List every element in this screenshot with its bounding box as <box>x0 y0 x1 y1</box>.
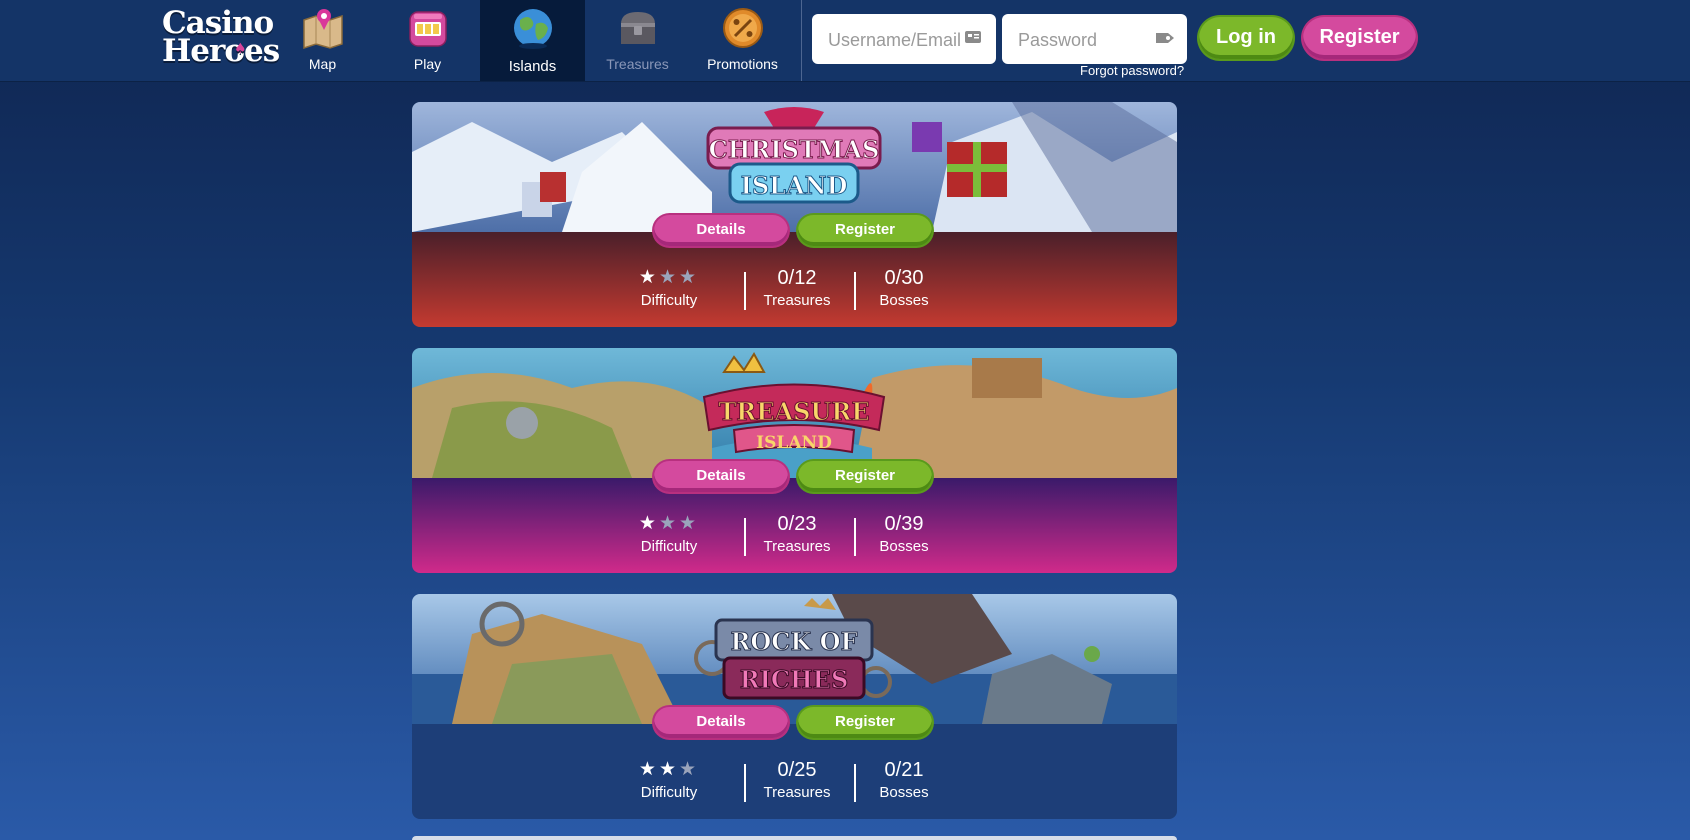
treasures-label: Treasures <box>763 784 831 801</box>
bosses-stat: 0/21 Bosses <box>874 759 934 803</box>
island-card-treasure: TREASURE ISLAND Details Register ★★★ Dif… <box>412 348 1177 573</box>
treasures-value: 0/12 <box>777 267 817 289</box>
bosses-label: Bosses <box>879 292 929 309</box>
difficulty-stars: ★★★ <box>634 267 704 289</box>
promotion-badge-icon <box>722 8 763 48</box>
stat-divider <box>854 518 856 556</box>
register-island-button[interactable]: Register <box>798 215 932 246</box>
stat-divider <box>854 272 856 310</box>
difficulty-stars: ★★★ <box>634 513 704 535</box>
star-icon: ★ <box>679 513 700 534</box>
bosses-stat: 0/39 Bosses <box>874 513 934 557</box>
star-icon: ★ <box>658 759 680 780</box>
rock-of-riches-logo: ROCK OF RICHES <box>694 598 892 700</box>
main-nav: Map Play Islands Treasures Promotions <box>270 0 795 81</box>
nav-label-play: Play <box>413 56 442 72</box>
christmas-logo-line-1: CHRISTMAS <box>709 135 880 164</box>
difficulty-label: Difficulty <box>640 538 698 555</box>
star-icon: ★ <box>658 513 680 534</box>
login-button[interactable]: Log in <box>1199 17 1293 59</box>
island-card-next-peek <box>412 836 1177 840</box>
difficulty-stars: ★★★ <box>634 759 704 781</box>
key-tag-icon <box>1156 33 1174 43</box>
difficulty-stat: ★★★ Difficulty <box>634 267 704 311</box>
star-icon: ★ <box>638 759 659 780</box>
treasure-island-logo: TREASURE ISLAND <box>702 352 886 454</box>
bosses-label: Bosses <box>879 784 929 801</box>
nav-item-treasures[interactable]: Treasures <box>585 0 690 81</box>
star-icon: ★ <box>679 267 700 288</box>
nav-item-islands[interactable]: Islands <box>480 0 585 81</box>
bosses-value: 0/30 <box>884 267 924 289</box>
difficulty-stat: ★★★ Difficulty <box>634 513 704 557</box>
nav-label-promotions: Promotions <box>707 56 778 72</box>
star-icon: ★ <box>679 759 700 780</box>
rock-logo-line-1: ROCK OF <box>730 627 857 656</box>
top-header: Casino Heroes ♠ Map Play Islands Treasur… <box>0 0 1690 82</box>
slot-machine-icon <box>408 11 447 47</box>
bosses-label: Bosses <box>879 538 929 555</box>
treasure-logo-line-2: ISLAND <box>756 433 832 453</box>
brand-line-2: Heroes <box>162 33 280 69</box>
island-stats: ★★★ Difficulty 0/23 Treasures 0/39 Bosse… <box>412 513 1177 563</box>
username-field[interactable] <box>812 14 996 66</box>
register-island-button[interactable]: Register <box>798 461 932 492</box>
stat-divider <box>744 518 746 556</box>
register-island-button[interactable]: Register <box>798 707 932 738</box>
treasure-logo-line-1: TREASURE <box>718 397 869 426</box>
christmas-island-logo: CHRISTMAS ISLAND <box>706 107 882 204</box>
difficulty-stat: ★★★ Difficulty <box>634 759 704 803</box>
difficulty-label: Difficulty <box>640 784 698 801</box>
treasures-label: Treasures <box>763 538 831 555</box>
forgot-password-link[interactable]: Forgot password? <box>1080 63 1184 78</box>
star-icon: ★ <box>658 267 680 288</box>
brand-logo[interactable]: Casino Heroes ♠ <box>162 8 280 72</box>
nav-item-promotions[interactable]: Promotions <box>690 0 795 81</box>
star-icon: ★ <box>638 513 659 534</box>
star-icon: ★ <box>638 267 659 288</box>
treasures-stat: 0/23 Treasures <box>762 513 832 557</box>
island-stats: ★★★ Difficulty 0/12 Treasures 0/30 Bosse… <box>412 267 1177 317</box>
nav-label-treasures: Treasures <box>606 56 669 72</box>
stat-divider <box>744 764 746 802</box>
treasures-label: Treasures <box>763 292 831 309</box>
treasures-stat: 0/12 Treasures <box>762 267 832 311</box>
map-icon <box>302 9 343 50</box>
bosses-value: 0/39 <box>884 513 924 535</box>
stat-divider <box>854 764 856 802</box>
details-button[interactable]: Details <box>654 215 788 246</box>
nav-label-islands: Islands <box>508 58 557 75</box>
nav-label-map: Map <box>308 56 337 72</box>
bosses-value: 0/21 <box>884 759 924 781</box>
nav-item-map[interactable]: Map <box>270 0 375 81</box>
id-card-icon <box>965 31 981 43</box>
globe-icon <box>513 9 552 49</box>
christmas-logo-line-2: ISLAND <box>741 171 848 200</box>
island-card-rock-of-riches: ROCK OF RICHES Details Register ★★★ Diff… <box>412 594 1177 819</box>
stat-divider <box>744 272 746 310</box>
treasure-chest-icon <box>620 12 655 44</box>
rock-logo-line-2: RICHES <box>740 665 849 694</box>
bosses-stat: 0/30 Bosses <box>874 267 934 311</box>
treasures-stat: 0/25 Treasures <box>762 759 832 803</box>
details-button[interactable]: Details <box>654 461 788 492</box>
details-button[interactable]: Details <box>654 707 788 738</box>
difficulty-label: Difficulty <box>640 292 698 309</box>
treasures-value: 0/23 <box>777 513 817 535</box>
password-field[interactable] <box>1002 14 1187 66</box>
nav-divider <box>801 0 802 81</box>
treasures-value: 0/25 <box>777 759 817 781</box>
nav-item-play[interactable]: Play <box>375 0 480 81</box>
spade-icon: ♠ <box>234 41 247 57</box>
register-button[interactable]: Register <box>1303 17 1416 59</box>
island-stats: ★★★ Difficulty 0/25 Treasures 0/21 Bosse… <box>412 759 1177 809</box>
island-card-christmas: CHRISTMAS ISLAND Details Register ★★★ Di… <box>412 102 1177 327</box>
